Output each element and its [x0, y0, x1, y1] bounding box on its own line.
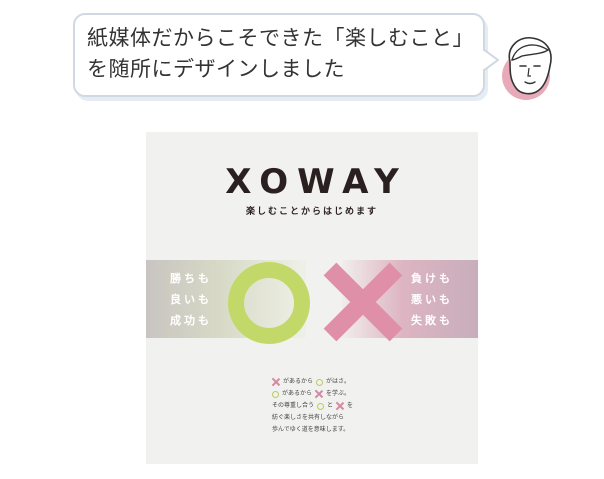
- mini-circle-icon: [317, 402, 325, 410]
- right-column: 負けも 悪いも 失敗も: [411, 268, 471, 331]
- speech-line-1: 紙媒体だからこそできた「楽しむこと」: [87, 26, 474, 50]
- description-text: を: [347, 402, 354, 409]
- legend-text: を学ぶ。: [326, 390, 351, 397]
- circle-mark-icon: [228, 262, 310, 344]
- description-text: その尊重し合う: [272, 402, 315, 409]
- description-text: と: [327, 402, 334, 409]
- poster-description: その尊重し合う と を 紡ぐ楽しさを共有しながら 歩んでゆく道を意味します。: [272, 400, 412, 436]
- mini-circle-icon: [272, 390, 279, 398]
- speech-bubble: 紙媒体だからこそできた「楽しむこと」 を随所にデザインしました: [73, 13, 499, 97]
- description-line: 歩んでゆく道を意味します。: [272, 426, 350, 433]
- speech-text: 紙媒体だからこそできた「楽しむこと」 を随所にデザインしました: [87, 23, 474, 85]
- right-line: 悪いも: [411, 293, 453, 306]
- mini-cross-icon: [336, 402, 344, 410]
- mini-cross-icon: [315, 390, 323, 398]
- description-line: 紡ぐ楽しさを共有しながら: [272, 414, 345, 421]
- avatar-icon: [502, 37, 552, 100]
- legend: があるから がはさ。 があるから を学ぶ。: [272, 376, 392, 400]
- left-line: 勝ちも: [170, 272, 212, 285]
- poster-tagline: 楽しむことからはじめます: [245, 207, 378, 217]
- poster-image: XOWAY 楽しむことからはじめます 勝ちも 良いも 成功も 負けも 悪いも 失…: [146, 132, 478, 464]
- right-line: 失敗も: [411, 314, 453, 327]
- legend-row: があるから を学ぶ。: [272, 388, 392, 400]
- description-line: その尊重し合う と を: [272, 400, 412, 412]
- legend-text: があるから: [283, 378, 314, 385]
- right-line: 負けも: [411, 272, 453, 285]
- mini-cross-icon: [272, 378, 280, 386]
- mini-circle-icon: [316, 378, 324, 386]
- legend-text: がはさ。: [326, 378, 351, 385]
- speech-line-2: を随所にデザインしました: [87, 57, 345, 81]
- legend-text: があるから: [282, 390, 313, 397]
- cross-mark-icon: [323, 262, 403, 342]
- poster-logo: XOWAY: [225, 162, 408, 202]
- legend-row: があるから がはさ。: [272, 376, 392, 388]
